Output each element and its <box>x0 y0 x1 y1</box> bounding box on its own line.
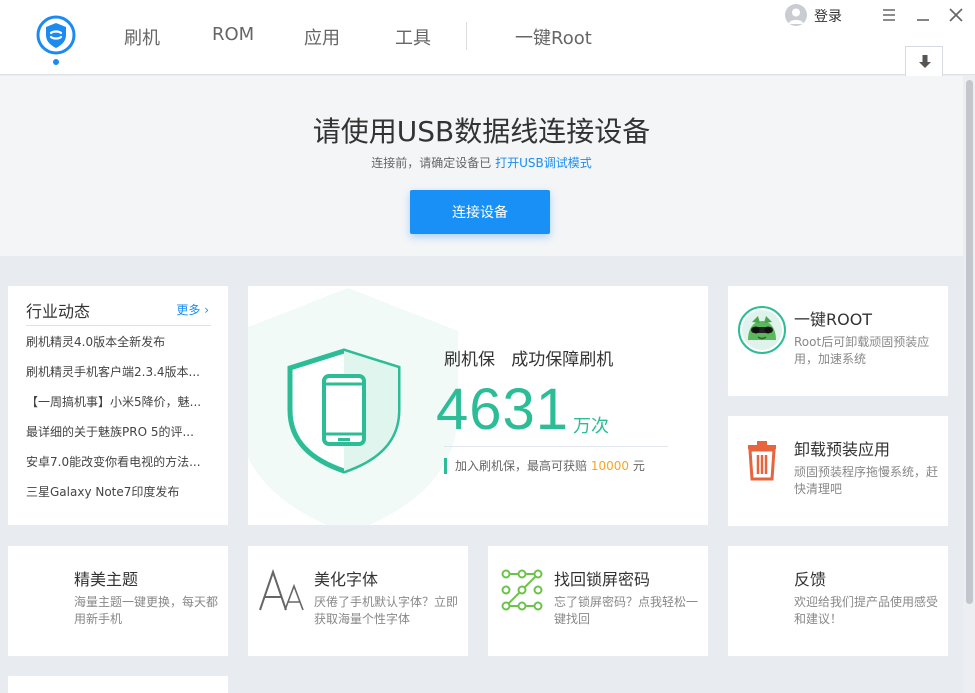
connect-banner: 请使用USB数据线连接设备 连接前，请确定设备已 打开USB调试模式 连接设备 <box>0 76 963 256</box>
active-dot <box>53 59 59 65</box>
nav-item-tools[interactable]: 工具 <box>395 24 431 50</box>
nav-divider <box>466 22 467 50</box>
font-card-title: 美化字体 <box>314 570 379 589</box>
news-item[interactable]: 刷机精灵4.0版本全新发布 <box>26 334 211 364</box>
download-button[interactable] <box>905 46 943 76</box>
flash-guarantee-card[interactable]: 刷机保 成功保障刷机 4631 万次 加入刷机保，最高可获赔 10000 元 <box>248 286 708 525</box>
root-card-desc: Root后可卸载顽固预装应用，加速系统 <box>794 335 930 366</box>
one-click-root-card[interactable]: 一键ROOT Root后可卸载顽固预装应用，加速系统 <box>728 286 948 396</box>
lock-pattern-icon <box>501 569 543 611</box>
guarantee-currency: 元 <box>632 459 645 473</box>
close-icon[interactable] <box>945 4 967 26</box>
nav-item-root[interactable]: 一键Root <box>515 24 592 50</box>
theme-card[interactable]: 精美主题 海量主题一键更换，每天都用新手机 <box>8 546 228 656</box>
next-row-card[interactable] <box>8 676 228 693</box>
uninstall-card-desc: 顽固预装程序拖慢系统，赶快清理吧 <box>794 465 939 496</box>
root-card-title: 一键ROOT <box>794 310 873 329</box>
trash-icon <box>748 441 776 481</box>
font-card[interactable]: 美化字体 厌倦了手机默认字体？立即获取海量个性字体 <box>248 546 468 656</box>
news-item[interactable]: 【一周搞机事】小米5降价，魅... <box>26 394 211 424</box>
unlock-screen-card[interactable]: 找回锁屏密码 忘了锁屏密码？点我轻松一键找回 <box>488 546 708 656</box>
uninstall-card-title: 卸载预装应用 <box>794 440 891 459</box>
banner-subtitle: 连接前，请确定设备已 打开USB调试模式 <box>0 154 963 171</box>
nav-item-apps[interactable]: 应用 <box>304 24 340 50</box>
avatar[interactable] <box>785 4 807 26</box>
login-link[interactable]: 登录 <box>814 6 842 26</box>
guarantee-amount: 10000 <box>590 459 630 473</box>
download-arrow-icon <box>919 55 931 68</box>
font-card-desc: 厌倦了手机默认字体？立即获取海量个性字体 <box>314 595 459 626</box>
news-list: 刷机精灵4.0版本全新发布 刷机精灵手机客户端2.3.4版本... 【一周搞机事… <box>26 334 211 514</box>
uninstall-preinstalled-card[interactable]: 卸载预装应用 顽固预装程序拖慢系统，赶快清理吧 <box>728 416 948 526</box>
news-more-link[interactable]: 更多 › <box>176 301 209 318</box>
top-bar: 刷机 ROM 应用 工具 一键Root 登录 <box>0 0 975 76</box>
banner-title: 请使用USB数据线连接设备 <box>312 115 651 148</box>
menu-icon[interactable] <box>878 4 900 26</box>
chevron-right-icon: › <box>200 303 209 317</box>
banner-subtitle-text: 连接前，请确定设备已 <box>371 156 492 170</box>
flash-guarantee-title: 刷机保 成功保障刷机 <box>444 350 614 370</box>
news-item[interactable]: 三星Galaxy Note7印度发布 <box>26 484 211 514</box>
news-item[interactable]: 刷机精灵手机客户端2.3.4版本... <box>26 364 211 394</box>
news-item[interactable]: 安卓7.0能改变你看电视的方法... <box>26 454 211 484</box>
industry-news-card: 行业动态 更多 › 刷机精灵4.0版本全新发布 刷机精灵手机客户端2.3.4版本… <box>8 286 228 525</box>
unlock-card-desc: 忘了锁屏密码？点我轻松一键找回 <box>554 595 699 626</box>
theme-card-title: 精美主题 <box>74 570 139 589</box>
nav-item-rom[interactable]: ROM <box>212 24 254 45</box>
app-logo-icon[interactable] <box>36 15 76 55</box>
guarantee-count: 4631 <box>436 377 570 442</box>
scrollbar-thumb[interactable] <box>966 80 973 604</box>
guarantee-count-unit: 万次 <box>573 416 609 437</box>
news-item[interactable]: 最详细的关于魅族PRO 5的评... <box>26 424 211 454</box>
guarantee-note: 加入刷机保，最高可获赔 10000 元 <box>444 458 645 474</box>
feedback-card-title: 反馈 <box>794 570 827 589</box>
theme-card-desc: 海量主题一键更换，每天都用新手机 <box>74 595 219 626</box>
minimize-icon[interactable] <box>912 4 934 26</box>
feedback-card[interactable]: 反馈 欢迎给我们提产品使用感受和建议！ <box>728 546 948 656</box>
feedback-card-desc: 欢迎给我们提产品使用感受和建议！ <box>794 595 939 626</box>
nav-item-flash[interactable]: 刷机 <box>124 24 160 50</box>
news-title: 行业动态 <box>26 302 91 321</box>
news-header: 行业动态 更多 › <box>26 298 211 326</box>
root-mascot-icon <box>738 306 786 354</box>
news-more-label: 更多 <box>176 303 201 317</box>
user-icon <box>788 8 804 24</box>
divider <box>444 446 668 447</box>
connect-device-button[interactable]: 连接设备 <box>410 190 550 234</box>
font-aa-icon <box>259 568 304 611</box>
phone-shield-icon <box>287 348 401 474</box>
unlock-card-title: 找回锁屏密码 <box>554 570 651 589</box>
usb-debug-link[interactable]: 打开USB调试模式 <box>495 156 592 170</box>
guarantee-note-text: 加入刷机保，最高可获赔 <box>455 459 588 473</box>
